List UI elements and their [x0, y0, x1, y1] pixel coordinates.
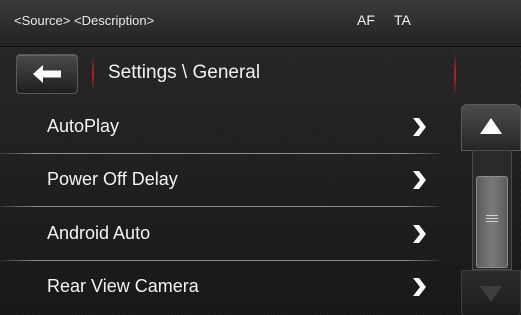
- ta-indicator: TA: [394, 12, 411, 28]
- header-divider: [92, 55, 94, 93]
- list-item-android-auto[interactable]: Android Auto: [0, 208, 440, 261]
- header-divider-right: [454, 51, 456, 97]
- triangle-down-icon: [480, 286, 502, 302]
- settings-list: AutoPlay Power Off Delay Android Auto Re…: [0, 101, 440, 315]
- list-divider: [0, 206, 440, 207]
- chevron-right-icon: [413, 171, 426, 189]
- af-indicator: AF: [357, 12, 375, 28]
- chevron-right-icon: [413, 118, 426, 136]
- list-item-label: Power Off Delay: [47, 169, 178, 189]
- triangle-up-icon: [480, 118, 502, 134]
- status-bar: <Source> <Description> AF TA: [0, 0, 521, 47]
- scrollbar-thumb[interactable]: [476, 176, 508, 268]
- header: Settings \ General: [0, 47, 521, 99]
- page-title: Settings \ General: [108, 62, 261, 83]
- back-button[interactable]: [16, 54, 78, 94]
- list-item-autoplay[interactable]: AutoPlay: [0, 101, 440, 154]
- list-item-label: Android Auto: [47, 223, 151, 243]
- scroll-up-button[interactable]: [461, 104, 521, 151]
- list-item-rear-view-camera[interactable]: Rear View Camera: [0, 261, 440, 314]
- left-arrow-icon: [33, 65, 61, 83]
- grip-icon: [486, 215, 498, 223]
- list-item-label: Rear View Camera: [47, 276, 199, 296]
- chevron-right-icon: [413, 278, 426, 296]
- screen: <Source> <Description> AF TA Settings \ …: [0, 0, 521, 315]
- scroll-down-button[interactable]: [461, 270, 521, 315]
- source-description-text: <Source> <Description>: [14, 13, 155, 28]
- chevron-right-icon: [413, 225, 426, 243]
- list-item-label: AutoPlay: [47, 116, 120, 136]
- list-item-power-off-delay[interactable]: Power Off Delay: [0, 154, 440, 207]
